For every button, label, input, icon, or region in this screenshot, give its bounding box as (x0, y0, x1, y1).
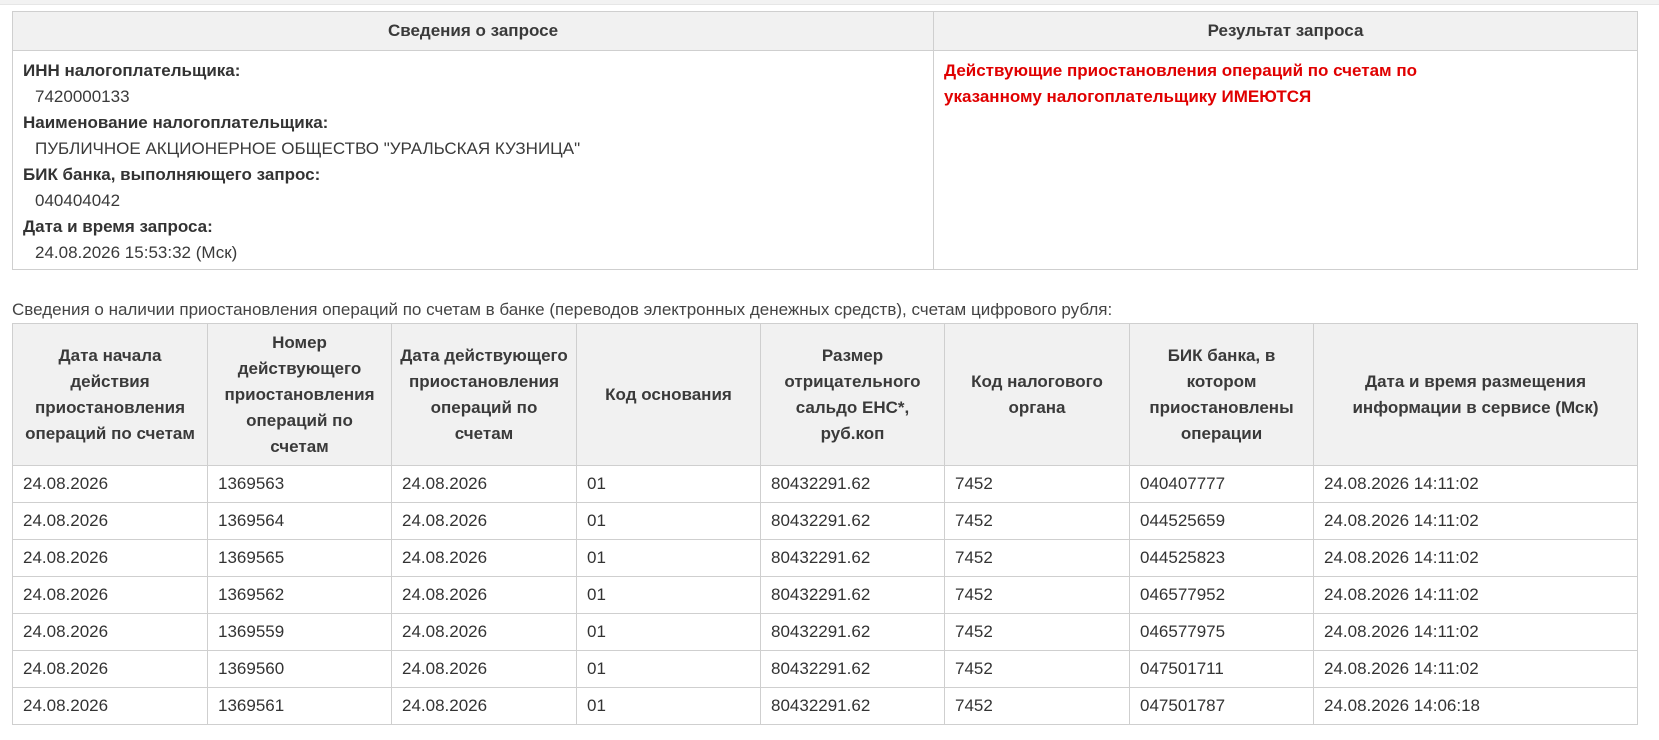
table-cell: 24.08.2026 (391, 576, 577, 614)
table-cell: 044525823 (1129, 539, 1314, 577)
table-cell: 1369560 (207, 650, 392, 688)
table-cell: 01 (576, 613, 761, 651)
table-cell: 24.08.2026 14:06:18 (1313, 687, 1638, 725)
table-cell: 24.08.2026 14:11:02 (1313, 539, 1638, 577)
table-row: 24.08.2026 1369560 24.08.2026 01 80432291.62… (12, 650, 1638, 688)
suspensions-table: Дата начала действия приостановления опе… (12, 323, 1638, 725)
table-cell: 046577952 (1129, 576, 1314, 614)
table-cell: 1369559 (207, 613, 392, 651)
table-row: 24.08.2026 1369561 24.08.2026 01 80432291.62… (12, 687, 1638, 725)
table-cell: 24.08.2026 (12, 650, 208, 688)
table-cell: 047501711 (1129, 650, 1314, 688)
table-cell: 80432291.62 (760, 576, 945, 614)
table-cell: 80432291.62 (760, 613, 945, 651)
header-request-result: Результат запроса (933, 11, 1638, 51)
table-cell: 24.08.2026 14:11:02 (1313, 613, 1638, 651)
column-header: Дата действующего приостановления операц… (391, 323, 577, 466)
column-header: БИК банка, в котором приостановлены опер… (1129, 323, 1314, 466)
table-cell: 7452 (944, 613, 1130, 651)
table-row: 24.08.2026 1369563 24.08.2026 01 80432291.62… (12, 465, 1638, 503)
taxpayer-name-label: Наименование налогоплательщика: (23, 113, 329, 132)
table-cell: 24.08.2026 (391, 650, 577, 688)
column-header: Размер отрицательного сальдо ЕНС*, руб.к… (760, 323, 945, 466)
table-cell: 24.08.2026 14:11:02 (1313, 502, 1638, 540)
request-info-table: Сведения о запросе Результат запроса ИНН… (12, 11, 1638, 270)
table-cell: 1369562 (207, 576, 392, 614)
column-header: Код основания (576, 323, 761, 466)
result-message: Действующие приостановления операций по … (934, 51, 1637, 110)
table-cell: 01 (576, 502, 761, 540)
top-border (0, 0, 1659, 5)
column-header: Дата начала действия приостановления опе… (12, 323, 208, 466)
table-cell: 24.08.2026 (391, 502, 577, 540)
table-cell: 01 (576, 539, 761, 577)
table-cell: 7452 (944, 502, 1130, 540)
bik-value: 040404042 (35, 191, 121, 210)
table-cell: 7452 (944, 576, 1130, 614)
request-datetime-label: Дата и время запроса: (23, 217, 213, 236)
table-cell: 040407777 (1129, 465, 1314, 503)
table-cell: 24.08.2026 (12, 613, 208, 651)
table-cell: 24.08.2026 (12, 465, 208, 503)
inn-label: ИНН налогоплательщика: (23, 61, 241, 80)
table-cell: 1369561 (207, 687, 392, 725)
table-cell: 1369565 (207, 539, 392, 577)
table-cell: 01 (576, 576, 761, 614)
table-row: 24.08.2026 1369564 24.08.2026 01 80432291.62… (12, 502, 1638, 540)
table-cell: 1369564 (207, 502, 392, 540)
table-row: 24.08.2026 1369559 24.08.2026 01 80432291.62… (12, 613, 1638, 651)
table-cell: 24.08.2026 14:11:02 (1313, 465, 1638, 503)
table-cell: 24.08.2026 (12, 539, 208, 577)
inn-value: 7420000133 (35, 87, 130, 106)
suspensions-caption: Сведения о наличии приостановления опера… (12, 300, 1113, 319)
table-cell: 80432291.62 (760, 539, 945, 577)
suspensions-header-row: Дата начала действия приостановления опе… (12, 323, 1638, 466)
table-cell: 24.08.2026 (12, 502, 208, 540)
request-fields: ИНН налогоплательщика: 7420000133 Наимен… (13, 51, 933, 266)
table-cell: 047501787 (1129, 687, 1314, 725)
table-cell: 24.08.2026 (12, 576, 208, 614)
suspensions-body: 24.08.2026 1369563 24.08.2026 01 80432291.62… (12, 465, 1638, 725)
table-cell: 24.08.2026 (391, 613, 577, 651)
table-cell: 01 (576, 687, 761, 725)
bik-label: БИК банка, выполняющего запрос: (23, 165, 321, 184)
table-cell: 80432291.62 (760, 687, 945, 725)
column-header: Номер действующего приостановления опера… (207, 323, 392, 466)
table-cell: 24.08.2026 14:11:02 (1313, 576, 1638, 614)
result-line-2: указанному налогоплательщику ИМЕЮТСЯ (944, 87, 1312, 106)
table-cell: 01 (576, 650, 761, 688)
table-row: 24.08.2026 1369565 24.08.2026 01 80432291.62… (12, 539, 1638, 577)
table-cell: 7452 (944, 650, 1130, 688)
taxpayer-name-value: ПУБЛИЧНОЕ АКЦИОНЕРНОЕ ОБЩЕСТВО "УРАЛЬСКА… (35, 139, 581, 158)
table-cell: 01 (576, 465, 761, 503)
table-cell: 046577975 (1129, 613, 1314, 651)
table-cell: 24.08.2026 (12, 687, 208, 725)
column-header: Дата и время размещения информации в сер… (1313, 323, 1638, 466)
request-info-cell: ИНН налогоплательщика: 7420000133 Наимен… (12, 50, 934, 270)
request-result-cell: Действующие приостановления операций по … (933, 50, 1638, 270)
table-cell: 7452 (944, 465, 1130, 503)
table-cell: 80432291.62 (760, 650, 945, 688)
result-line-1: Действующие приостановления операций по … (944, 61, 1417, 80)
table-cell: 7452 (944, 687, 1130, 725)
table-cell: 1369563 (207, 465, 392, 503)
table-cell: 7452 (944, 539, 1130, 577)
table-row: 24.08.2026 1369562 24.08.2026 01 80432291.62… (12, 576, 1638, 614)
request-datetime-value: 24.08.2026 15:53:32 (Мск) (35, 243, 238, 262)
table-cell: 24.08.2026 14:11:02 (1313, 650, 1638, 688)
table-cell: 80432291.62 (760, 502, 945, 540)
column-header: Код налогового органа (944, 323, 1130, 466)
table-cell: 24.08.2026 (391, 465, 577, 503)
table-cell: 80432291.62 (760, 465, 945, 503)
table-cell: 044525659 (1129, 502, 1314, 540)
table-cell: 24.08.2026 (391, 687, 577, 725)
header-request-info: Сведения о запросе (12, 11, 934, 51)
table-cell: 24.08.2026 (391, 539, 577, 577)
